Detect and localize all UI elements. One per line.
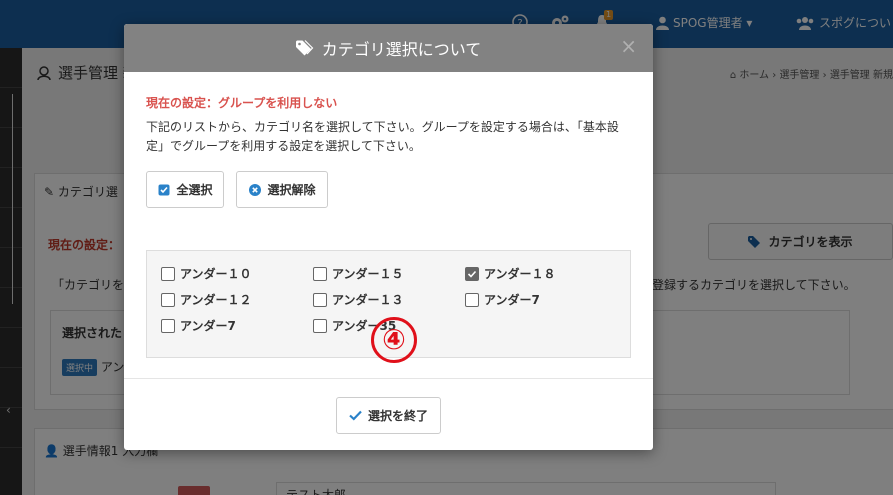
tag-icon [295, 40, 314, 56]
close-icon[interactable]: × [620, 34, 637, 58]
deselect-button[interactable]: 選択解除 [236, 171, 328, 208]
finish-label: 選択を終了 [367, 409, 428, 423]
checkbox[interactable] [313, 266, 327, 281]
checkbox[interactable] [161, 292, 175, 307]
annotation-marker: ④ [371, 317, 417, 363]
category-select-modal: カテゴリ選択について × 現在の設定：グループを利用しない 下記のリストから、カ… [124, 24, 653, 450]
checkbox[interactable] [465, 292, 479, 307]
finish-selection-button[interactable]: 選択を終了 [336, 397, 441, 434]
checkbox[interactable] [161, 318, 175, 333]
select-all-label: 全選択 [176, 183, 213, 197]
category-checkbox-item[interactable]: アンダー１０ [161, 265, 252, 282]
checkbox[interactable] [313, 318, 327, 333]
category-checkbox-item[interactable]: アンダー１５ [313, 265, 404, 282]
category-checkbox-item[interactable]: アンダー１８ [465, 265, 556, 282]
checkbox[interactable] [313, 292, 327, 307]
modal-header: カテゴリ選択について × [124, 24, 653, 72]
modal-footer: 選択を終了 [124, 378, 653, 450]
modal-description: 下記のリストから、カテゴリ名を選択して下さい。グループを設定する場合は、「基本設… [146, 120, 619, 153]
category-checkbox-item[interactable]: アンダー7 [161, 317, 236, 334]
select-all-button[interactable]: 全選択 [146, 171, 224, 208]
modal-title: カテゴリ選択について [321, 40, 482, 59]
checkbox[interactable] [161, 266, 175, 281]
checkbox-checked[interactable] [465, 266, 479, 281]
check-icon [349, 409, 362, 422]
category-checkbox-item[interactable]: アンダー１２ [161, 291, 252, 308]
check-square-icon [157, 183, 170, 196]
category-checkbox-item[interactable]: アンダー7 [465, 291, 540, 308]
current-setting-status: 現在の設定：グループを利用しない [146, 96, 338, 110]
x-circle-icon [248, 183, 261, 196]
deselect-label: 選択解除 [267, 183, 316, 197]
check-icon [467, 270, 477, 278]
category-checkbox-item[interactable]: アンダー１３ [313, 291, 404, 308]
